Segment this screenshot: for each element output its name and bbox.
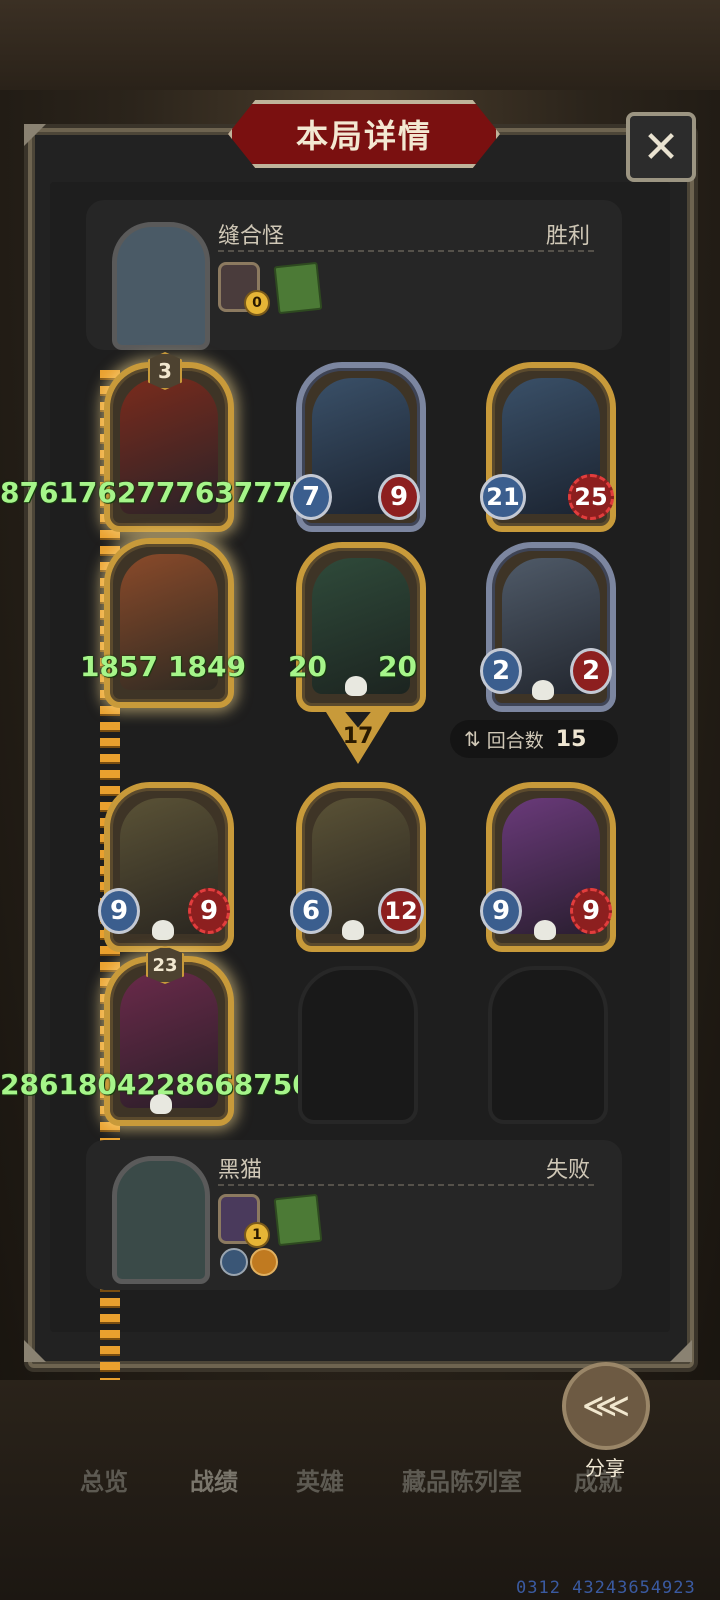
attack-stat: 21 (480, 474, 526, 520)
empty-slot (298, 966, 418, 1124)
top-player-result: 胜利 (546, 224, 591, 249)
attack-stat: 9 (98, 888, 140, 934)
bottom-player-name: 黑猫 (218, 1158, 263, 1183)
attack-stat: 1857 (80, 650, 158, 683)
minion-level-badge: 23 (146, 946, 184, 984)
skull-icon (152, 920, 174, 940)
health-stat: 9 (570, 888, 612, 934)
divider (218, 250, 594, 252)
close-icon: ✕ (642, 121, 680, 173)
health-stat: 9 (378, 474, 420, 520)
skull-icon (532, 680, 554, 700)
skull-icon (150, 1094, 172, 1114)
skill-icon (220, 1248, 248, 1276)
top-wood-strip (0, 0, 720, 90)
top-player-avatar[interactable] (112, 222, 210, 350)
round-label: 回合数 (486, 729, 544, 752)
attack-stat: 6 (290, 888, 332, 934)
spellbook-icon (273, 1193, 323, 1247)
minion-level-badge: 3 (148, 352, 182, 390)
close-button[interactable]: ✕ (626, 112, 696, 182)
hero-health-badge: 0 (244, 290, 270, 316)
tab-heroes[interactable]: 英雄 (296, 1462, 344, 1497)
hero-health-badge: 1 (244, 1222, 270, 1248)
spellbook-icon (273, 261, 323, 315)
round-value: 15 (555, 726, 587, 752)
bottom-player-avatar[interactable] (112, 1156, 210, 1284)
skill-icon (250, 1248, 278, 1276)
share-label: 分享 (585, 1456, 625, 1480)
repeat-icon: ⇅ (464, 727, 481, 751)
divider (218, 1184, 594, 1186)
attack-stat: 20 (288, 650, 327, 683)
tab-overview[interactable]: 总览 (80, 1462, 128, 1497)
bottom-player-result: 失败 (546, 1158, 591, 1183)
attack-stat: 9 (480, 888, 522, 934)
round-counter: ⇅ 回合数 15 (450, 720, 618, 758)
health-stat: 1849 (168, 650, 246, 683)
health-stat: 20 (378, 650, 417, 683)
bead-string-decoration (100, 370, 120, 1550)
watermark: 0312 43243654923 (516, 1578, 696, 1598)
page-title: 本局详情 (295, 117, 432, 155)
health-stat: 2 (570, 648, 612, 694)
attack-stat: 7 (290, 474, 332, 520)
skull-icon (342, 920, 364, 940)
tab-collection[interactable]: 藏品陈列室 (402, 1462, 522, 1497)
skull-icon (345, 676, 367, 696)
turn-number: 17 (342, 724, 374, 749)
skull-icon (534, 920, 556, 940)
empty-slot (488, 966, 608, 1124)
health-stat: 25 (568, 474, 614, 520)
top-player-name: 缝合怪 (218, 224, 285, 249)
tab-records[interactable]: 战绩 (190, 1462, 238, 1497)
attack-stat: 2 (480, 648, 522, 694)
title-plate: 本局详情 (228, 100, 500, 168)
health-stat: 12 (378, 888, 424, 934)
health-stat: 9 (188, 888, 230, 934)
share-button[interactable]: ⋘ (562, 1362, 650, 1450)
share-icon: ⋘ (581, 1386, 631, 1426)
